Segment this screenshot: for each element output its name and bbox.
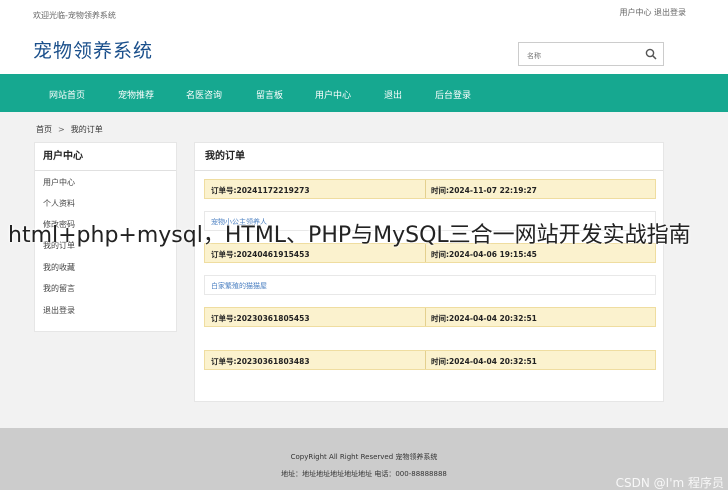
breadcrumb-home[interactable]: 首页 xyxy=(36,125,52,134)
site-logo[interactable]: 宠物领养系统 xyxy=(33,36,153,63)
sidebar-item-messages[interactable]: 我的留言 xyxy=(43,283,75,294)
search-box xyxy=(518,42,664,67)
breadcrumb: 首页 > 我的订单 xyxy=(36,124,103,135)
nav-admin-login[interactable]: 后台登录 xyxy=(435,88,471,101)
order-number: 订单号:20230361805453 xyxy=(211,314,310,323)
top-bar: 欢迎光临-宠物领养系统 用户中心 退出登录 xyxy=(0,0,728,28)
sidebar-item-logout[interactable]: 退出登录 xyxy=(43,305,75,316)
main-nav: 网站首页 宠物推荐 名医咨询 留言板 用户中心 退出 后台登录 xyxy=(0,74,728,112)
user-links[interactable]: 用户中心 退出登录 xyxy=(619,7,686,18)
nav-home[interactable]: 网站首页 xyxy=(49,88,85,101)
sidebar-title: 用户中心 xyxy=(35,143,176,171)
order-number: 订单号:20230361803483 xyxy=(211,357,310,366)
orders-panel: 我的订单 订单号:20241172219273 时间:2024-11-07 22… xyxy=(194,142,664,402)
breadcrumb-current: 我的订单 xyxy=(70,125,103,134)
nav-doctor-consult[interactable]: 名医咨询 xyxy=(186,88,222,101)
order-row[interactable]: 订单号:20230361803483 时间:2024-04-04 20:32:5… xyxy=(204,350,656,370)
order-row[interactable]: 订单号:20230361805453 时间:2024-04-04 20:32:5… xyxy=(204,307,656,327)
sidebar-item-favorites[interactable]: 我的收藏 xyxy=(43,262,75,273)
search-input[interactable] xyxy=(519,45,639,67)
order-shop-name: 白家繁殖的猫猫屋 xyxy=(211,282,267,290)
order-row[interactable]: 订单号:20241172219273 时间:2024-11-07 22:19:2… xyxy=(204,179,656,199)
order-number: 订单号:20241172219273 xyxy=(211,186,310,195)
overlay-caption: html+php+mysql，HTML、PHP与MySQL三合一网站开发实战指南 xyxy=(8,223,691,248)
divider xyxy=(425,351,426,369)
divider xyxy=(425,308,426,326)
order-time: 时间:2024-11-07 22:19:27 xyxy=(431,186,537,195)
nav-message-board[interactable]: 留言板 xyxy=(256,88,283,101)
nav-pet-recommend[interactable]: 宠物推荐 xyxy=(118,88,154,101)
header: 宠物领养系统 xyxy=(0,28,728,74)
order-shop-row[interactable]: 白家繁殖的猫猫屋 xyxy=(204,275,656,295)
footer-copyright: CopyRight All Right Reserved 宠物领养系统 xyxy=(290,453,438,461)
welcome-text: 欢迎光临-宠物领养系统 xyxy=(33,11,116,20)
sidebar-item-profile[interactable]: 个人资料 xyxy=(43,198,75,209)
orders-title: 我的订单 xyxy=(195,143,663,171)
nav-user-center[interactable]: 用户中心 xyxy=(315,88,351,101)
breadcrumb-separator: > xyxy=(58,125,65,134)
order-time: 时间:2024-04-04 20:32:51 xyxy=(431,357,537,366)
csdn-watermark: CSDN @I'm 程序员 xyxy=(615,476,724,490)
search-icon[interactable] xyxy=(645,48,657,60)
nav-logout[interactable]: 退出 xyxy=(384,88,402,101)
order-time: 时间:2024-04-04 20:32:51 xyxy=(431,314,537,323)
divider xyxy=(425,180,426,198)
sidebar-item-user-center[interactable]: 用户中心 xyxy=(43,177,75,188)
